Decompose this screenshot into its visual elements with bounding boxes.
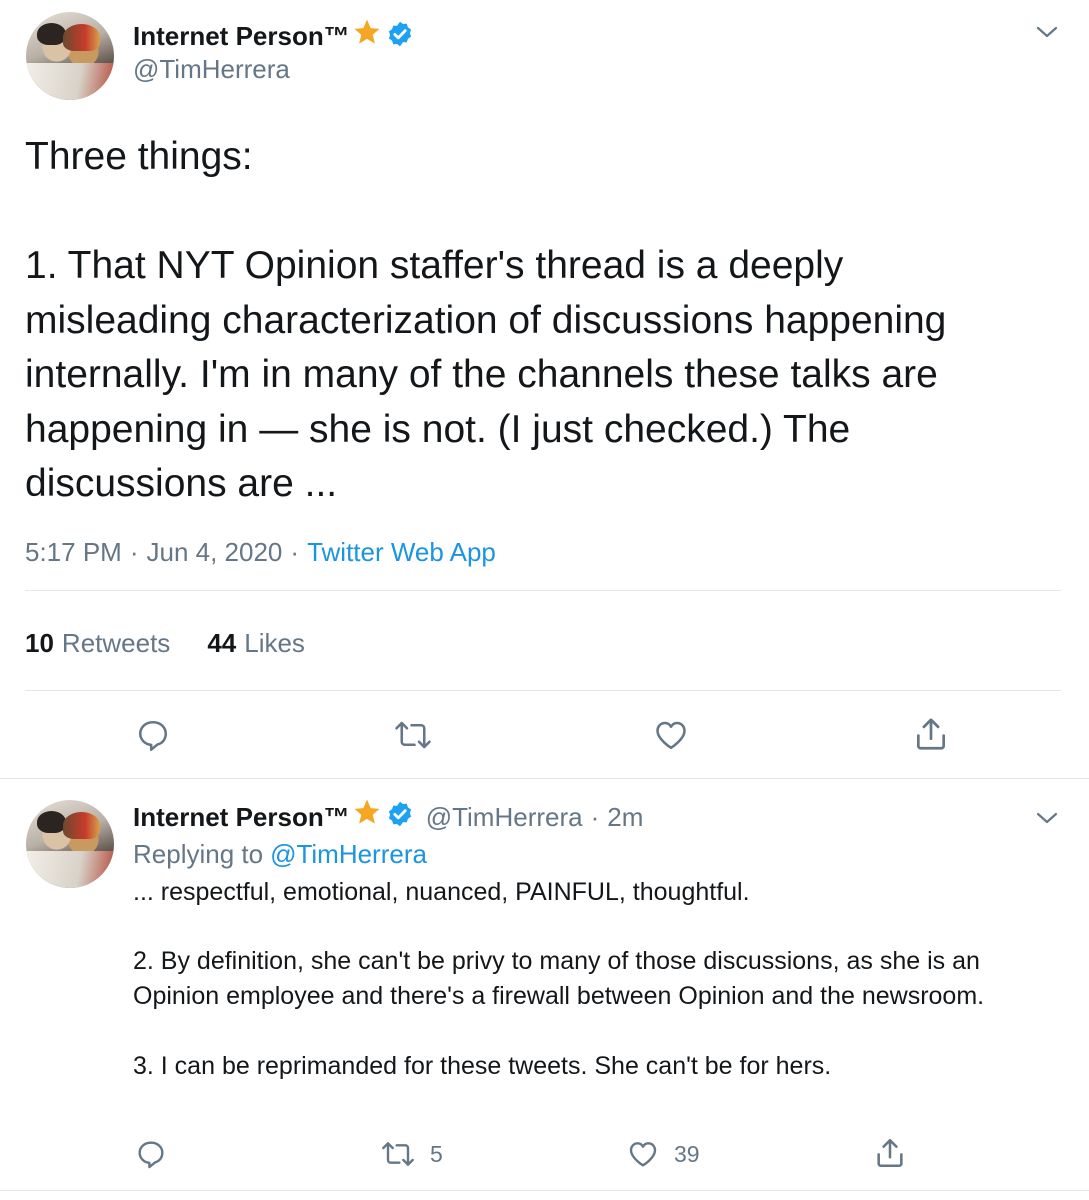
tweet-meta: 5:17 PM · Jun 4, 2020 · Twitter Web App xyxy=(25,537,496,568)
retweet-icon xyxy=(380,1138,416,1170)
reply-icon xyxy=(135,1138,167,1170)
replying-label: Replying to xyxy=(133,839,264,869)
retweets-count: 10 xyxy=(25,628,54,658)
share-button[interactable] xyxy=(873,1136,907,1170)
verified-badge-icon xyxy=(386,800,414,835)
bottom-divider xyxy=(0,1190,1089,1191)
avatar[interactable] xyxy=(26,12,114,100)
share-button[interactable] xyxy=(912,715,950,753)
share-icon xyxy=(912,715,950,753)
tweet-text: Three things: 1. That NYT Opinion staffe… xyxy=(25,135,947,505)
divider xyxy=(25,690,1061,691)
reply-icon xyxy=(135,717,171,753)
engagement-stats: 10 Retweets 44 Likes xyxy=(25,628,305,659)
handle[interactable]: @TimHerrera xyxy=(133,54,290,85)
tweet-separator xyxy=(0,778,1089,779)
handle[interactable]: @TimHerrera xyxy=(426,802,583,833)
display-name[interactable]: Internet Person™ xyxy=(133,21,350,52)
verified-badge-icon xyxy=(386,20,414,53)
retweet-button[interactable] xyxy=(393,717,433,753)
like-count: 39 xyxy=(674,1140,700,1167)
meta-separator: · xyxy=(290,537,300,567)
star-icon xyxy=(352,17,382,52)
retweet-icon xyxy=(393,717,433,753)
likes-label: Likes xyxy=(244,628,305,658)
retweets-stat[interactable]: 10 Retweets xyxy=(25,628,170,659)
likes-stat[interactable]: 44 Likes xyxy=(207,628,305,659)
share-icon xyxy=(873,1136,907,1170)
author-line: Internet Person™ @TimHerrera · 2m xyxy=(133,797,643,835)
retweets-label: Retweets xyxy=(61,628,171,658)
likes-count: 44 xyxy=(207,628,237,658)
reply-button[interactable] xyxy=(135,717,171,753)
meta-separator: · xyxy=(590,801,600,832)
heart-icon xyxy=(626,1138,660,1170)
tweet-time[interactable]: 5:17 PM xyxy=(25,537,122,568)
heart-icon xyxy=(652,717,690,753)
divider xyxy=(25,590,1061,591)
retweet-count: 5 xyxy=(430,1140,443,1167)
replying-to: Replying to @TimHerrera xyxy=(133,839,427,870)
meta-separator: · xyxy=(129,537,139,567)
like-button[interactable] xyxy=(652,717,690,753)
replying-handle[interactable]: @TimHerrera xyxy=(270,839,427,870)
chevron-down-icon[interactable] xyxy=(1035,808,1059,833)
author-line: Internet Person™ xyxy=(133,19,414,53)
tweet-date[interactable]: Jun 4, 2020 xyxy=(147,537,283,568)
chevron-down-icon[interactable] xyxy=(1035,22,1059,47)
reply-button[interactable] xyxy=(135,1138,167,1170)
tweet-age[interactable]: 2m xyxy=(607,802,643,833)
retweet-button[interactable]: 5 xyxy=(380,1138,443,1170)
tweet-source[interactable]: Twitter Web App xyxy=(307,537,496,568)
avatar[interactable] xyxy=(26,800,114,888)
reply-text: ... respectful, emotional, nuanced, PAIN… xyxy=(133,878,985,1080)
like-button[interactable]: 39 xyxy=(626,1138,700,1170)
display-name[interactable]: Internet Person™ xyxy=(133,802,350,833)
star-icon xyxy=(352,797,382,834)
